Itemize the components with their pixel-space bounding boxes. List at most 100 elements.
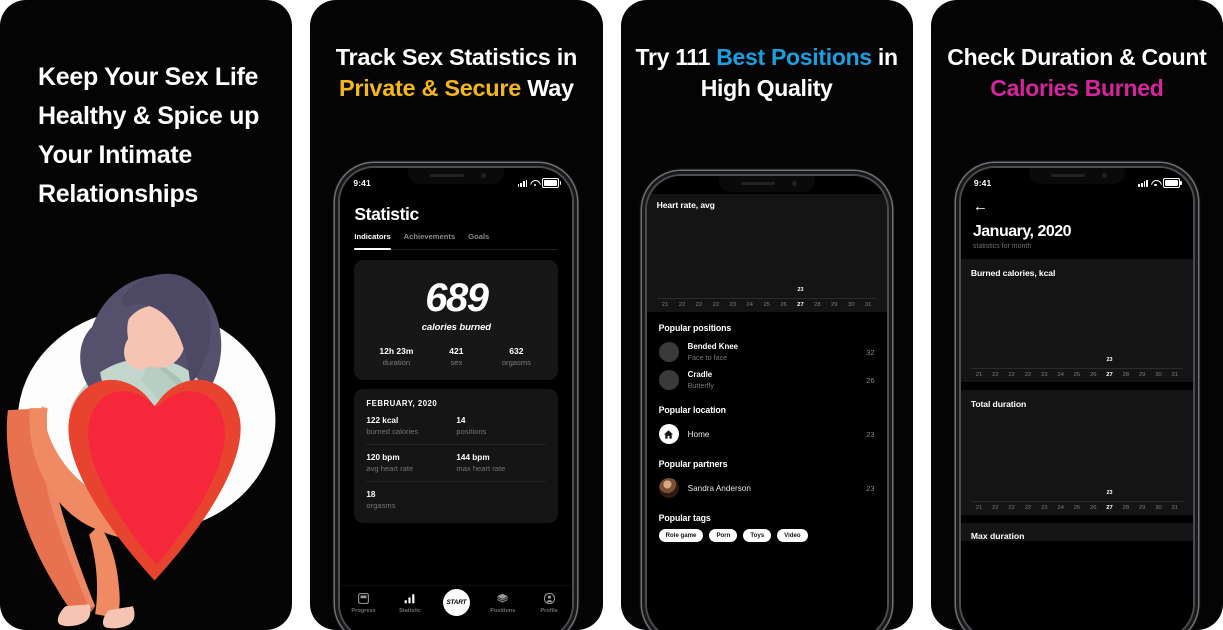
panel-intro-headline: Keep Your Sex Life Healthy & Spice up Yo… — [0, 58, 292, 214]
total-duration-axis: 21 22 22 22 23 24 25 26 27 28 29 30 31 — [970, 501, 1183, 511]
status-time: 9:41 — [353, 178, 371, 188]
phone-mockup-statistic: 9:41 Statistic Indicators Achievements G… — [340, 168, 573, 630]
list-item[interactable]: Sandra Anderson 23 — [658, 474, 875, 502]
positions-screen-body: Popular positions Bended Knee Face to fa… — [647, 323, 887, 543]
chart-separator — [960, 515, 1193, 523]
position-name: Bended Knee — [687, 342, 739, 352]
tabbar-label: Statistic — [399, 608, 421, 614]
location-name: Home — [687, 429, 710, 439]
panel-duration-headline: Check Duration & Count Calories Burned — [931, 42, 1223, 104]
panel-positions-headline: Try 111 Best Positions in High Quality — [621, 42, 913, 104]
metric-value: 421 — [449, 346, 464, 356]
axis-tick-label: 27 — [797, 302, 804, 308]
tabbar-item-statistic[interactable]: Statistic — [390, 592, 430, 614]
tag-chip[interactable]: Porn — [709, 529, 738, 543]
cellular-signal-icon — [517, 179, 528, 187]
tabbar-item-profile[interactable]: Profile — [529, 592, 569, 614]
chart-title: Total duration — [970, 399, 1027, 409]
tabbar-item-progress[interactable]: Progress — [344, 592, 384, 614]
heart-rate-bars: 23 — [657, 217, 877, 295]
status-bar: 9:41 — [961, 168, 1193, 194]
back-arrow-icon[interactable]: ← — [973, 199, 1181, 214]
cell-value: 120 bpm — [366, 453, 400, 462]
position-thumbnail — [658, 370, 679, 390]
tab-achievements[interactable]: Achievements — [404, 232, 456, 245]
axis-tick-label: 25 — [1073, 505, 1081, 511]
profile-person-icon — [543, 592, 555, 605]
position-count: 32 — [866, 347, 875, 357]
axis-tick-label: 22 — [695, 302, 703, 308]
axis-tick-label: 27 — [1106, 372, 1113, 378]
list-item[interactable]: Bended Knee Face to face 32 — [658, 338, 875, 366]
chart-title: Burned calories, kcal — [970, 268, 1056, 278]
tabbar-item-start[interactable]: START — [436, 589, 476, 616]
headline-segment: Try 111 — [635, 44, 717, 70]
cell-orgasms: 18 orgasms — [366, 490, 456, 510]
axis-tick-label: 21 — [661, 302, 669, 308]
list-item-text: Cradle Butterfly — [688, 370, 858, 390]
duration-screen-header: ← January, 2020 statistics for month — [961, 194, 1193, 250]
tag-chip[interactable]: Toys — [743, 529, 772, 543]
partner-count: 23 — [866, 483, 875, 493]
page-title: Statistic — [354, 204, 419, 224]
tab-goals[interactable]: Goals — [468, 232, 489, 245]
section-popular-partners: Popular partners — [658, 459, 728, 469]
cell-value: 122 kcal — [366, 416, 399, 425]
metric-duration: 12h 23m duration — [366, 346, 426, 367]
axis-tick-label: 31 — [864, 302, 872, 308]
chart-card-body: Burned calories, kcal 23 21 22 22 22 23 24 25 2… — [960, 259, 1193, 382]
location-count: 23 — [866, 429, 875, 439]
metric-sex: 421 sex — [426, 346, 486, 367]
axis-tick-label: 27 — [1106, 505, 1113, 511]
tag-chip[interactable]: Role game — [658, 529, 704, 543]
partner-name: Sandra Anderson — [687, 483, 751, 493]
position-thumbnail — [658, 342, 679, 362]
total-duration-chart-card: Total duration 23 21 22 22 22 23 24 25 26 27 28 29… — [960, 390, 1193, 515]
list-item[interactable]: Home 23 — [658, 420, 875, 448]
avatar — [658, 478, 679, 498]
start-button-icon[interactable]: START — [442, 589, 470, 616]
tabbar-item-positions[interactable]: Positions — [483, 592, 523, 614]
position-count: 26 — [866, 375, 875, 385]
cell-label: burned calories — [366, 427, 419, 436]
tabbar-label: Profile — [540, 608, 558, 614]
chart-title: Heart rate, avg — [656, 200, 715, 210]
cell-empty — [456, 490, 546, 510]
tag-chip[interactable]: Video — [777, 529, 808, 543]
status-time: 9:41 — [973, 178, 992, 188]
axis-tick-label: 25 — [763, 302, 770, 308]
panel-intro: Keep Your Sex Life Healthy & Spice up Yo… — [0, 0, 293, 630]
section-popular-location: Popular location — [658, 405, 726, 415]
axis-tick-label: 21 — [975, 505, 983, 511]
phone-mockup-positions: Heart rate, avg 23 21 22 22 22 23 24 25 26 27 28 2… — [646, 176, 887, 630]
cellular-signal-icon — [1138, 179, 1148, 187]
tab-indicators[interactable]: Indicators — [354, 232, 391, 250]
battery-icon — [542, 178, 562, 188]
bar-value-label: 23 — [797, 286, 804, 293]
list-item[interactable]: Cradle Butterfly 26 — [658, 366, 875, 394]
summary-card[interactable]: 689 calories burned 12h 23m duration 421… — [354, 260, 559, 380]
list-item-text: Bended Knee Face to face — [688, 342, 858, 362]
panel-statistic: Track Sex Statistics in Private & Secure… — [310, 0, 603, 630]
cell-value: 144 bpm — [456, 453, 490, 462]
burned-calories-bars: 23 — [971, 285, 1183, 365]
bar-value-label: 23 — [1106, 489, 1113, 496]
battery-icon — [1162, 178, 1182, 188]
cell-value: 14 — [456, 416, 466, 425]
axis-tick-label: 22 — [992, 505, 999, 511]
axis-tick-label: 22 — [1024, 372, 1032, 378]
table-row: 120 bpm avg heart rate 144 bpm max heart… — [366, 445, 547, 482]
month-card[interactable]: FEBRUARY, 2020 122 kcal burned calories … — [354, 389, 559, 523]
axis-tick-label: 26 — [1089, 505, 1097, 511]
panel-positions: Try 111 Best Positions in High Quality H… — [620, 0, 913, 630]
section-popular-tags: Popular tags — [658, 513, 711, 523]
axis-tick-label: 22 — [678, 302, 686, 308]
notch — [718, 176, 815, 192]
axis-tick-label: 22 — [712, 302, 720, 308]
layers-icon — [497, 593, 509, 603]
cell-label: positions — [456, 427, 487, 436]
axis-tick-label: 31 — [1171, 505, 1179, 511]
cell-value: 18 — [366, 490, 376, 499]
calories-value: 689 — [425, 276, 489, 320]
axis-tick-label: 28 — [1122, 372, 1130, 378]
